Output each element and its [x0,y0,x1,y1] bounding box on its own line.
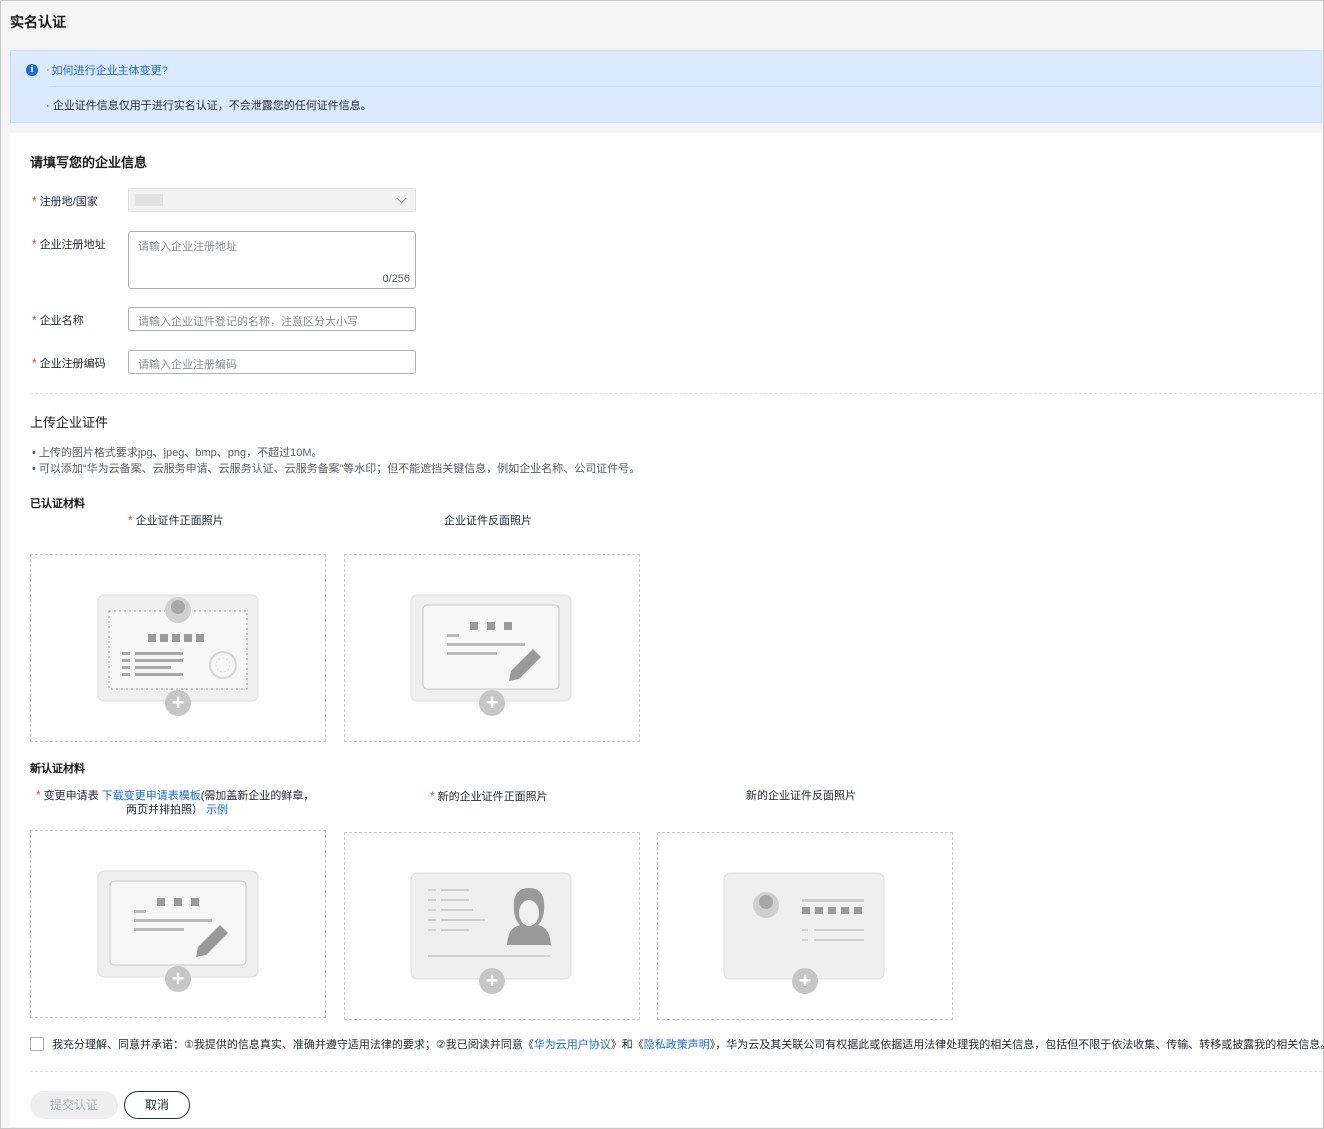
plus-icon: + [479,690,505,716]
form-panel: 请填写您的企业信息 * 注册地/国家 * 企业注册地址 请输入企业注册地址 0/25… [10,133,1324,1127]
change-form-caption-line2: 两页并排拍照） 示例 [126,804,229,816]
agreement-text: 我充分理解、同意并承诺：①我提供的信息真实、准确并遵守适用法律的要求；②我已阅读… [52,1039,534,1051]
cert-back-caption: 企业证件反面照片 [444,515,532,527]
agreement-checkbox[interactable] [30,1037,44,1051]
required-mark: * [32,313,37,327]
page-title: 实名认证 [10,14,66,30]
new-back-upload[interactable]: + [657,832,953,1020]
section-divider [30,393,1322,394]
company-name-input[interactable]: 请输入企业证件登记的名称，注意区分大小写 [128,307,416,331]
address-label: * 企业注册地址 [32,237,106,251]
upload-tips: 上传的图片格式要求jpg、jpeg、bmp、png，不超过10M。 可以添加“华… [32,445,640,477]
change-form-upload[interactable]: + [30,830,326,1018]
plus-icon: + [792,968,818,994]
plus-icon: + [165,966,191,992]
registration-code-placeholder: 请输入企业注册编码 [138,359,237,371]
upload-tip: 上传的图片格式要求jpg、jpeg、bmp、png，不超过10M。 [32,445,640,461]
notice-banner: i · 如何进行企业主体变更? · 企业证件信息仅用于进行实名认证，不会泄露您的… [10,50,1322,123]
privacy-policy-link[interactable]: 隐私政策声明 [644,1036,710,1052]
new-materials-title: 新认证材料 [30,763,85,775]
user-agreement-link[interactable]: 华为云用户协议 [534,1036,611,1052]
submit-button[interactable]: 提交认证 [30,1091,118,1119]
country-label: * 注册地/国家 [32,194,98,208]
entity-change-link[interactable]: 如何进行企业主体变更? [52,62,168,78]
registration-code-input[interactable]: 请输入企业注册编码 [128,350,416,374]
upload-title: 上传企业证件 [30,415,109,430]
footer-divider [30,1071,1322,1072]
address-textarea[interactable]: 请输入企业注册地址 0/256 [128,231,416,289]
required-mark: * [36,788,41,802]
notice-bullet: · [46,64,50,76]
plus-icon: + [165,690,191,716]
company-name-placeholder: 请输入企业证件登记的名称，注意区分大小写 [138,316,358,328]
address-char-count: 0/256 [382,273,410,285]
cancel-button[interactable]: 取消 [124,1091,190,1119]
enterprise-info-title: 请填写您的企业信息 [30,155,148,170]
upload-tip: 可以添加“华为云备案、云服务申请、云服务认证、云服务备案”等水印；但不能遮挡关键… [32,461,640,477]
example-link[interactable]: 示例 [206,804,228,816]
agreement-row: 我充分理解、同意并承诺：①我提供的信息真实、准确并遵守适用法律的要求；②我已阅读… [30,1036,1324,1052]
plus-icon: + [479,968,505,994]
required-mark: * [430,789,435,803]
cert-back-upload[interactable]: + [344,554,640,742]
cert-front-caption: * 企业证件正面照片 [128,513,224,527]
info-icon: i [26,64,38,76]
required-mark: * [32,194,37,208]
required-mark: * [32,356,37,370]
new-back-caption: 新的企业证件反面照片 [746,790,856,802]
notice-privacy-text: · 企业证件信息仅用于进行实名认证，不会泄露您的任何证件信息。 [46,100,372,112]
country-select[interactable] [128,188,416,212]
new-front-upload[interactable]: + [344,832,640,1020]
notice-divider [49,86,1321,87]
required-mark: * [32,237,37,251]
address-placeholder: 请输入企业注册地址 [138,241,237,253]
cert-front-upload[interactable]: + [30,554,326,742]
required-mark: * [128,513,133,527]
registration-code-label: * 企业注册编码 [32,356,106,370]
new-front-caption: * 新的企业证件正面照片 [430,789,548,803]
certified-materials-title: 已认证材料 [30,498,85,510]
company-name-label: * 企业名称 [32,313,84,327]
chevron-down-icon [396,193,407,204]
country-value [135,194,163,206]
